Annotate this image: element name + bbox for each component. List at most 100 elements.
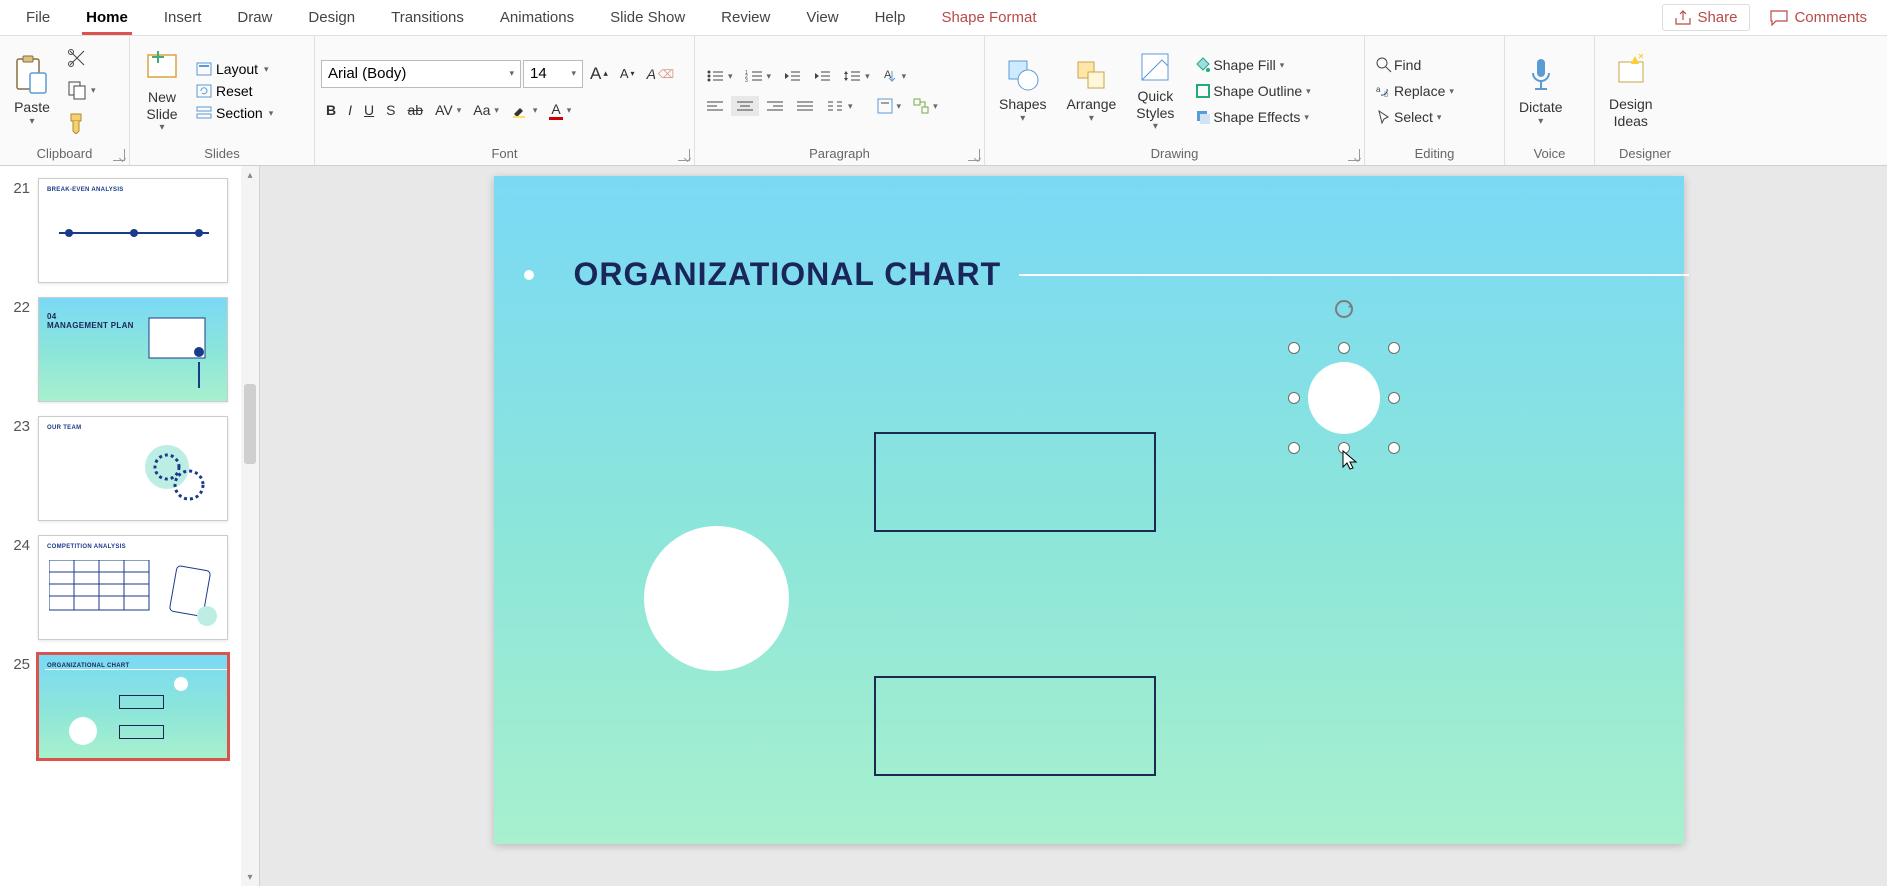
thumb-number: 23: [6, 416, 30, 521]
shape-circle-large[interactable]: [644, 526, 789, 671]
increase-font-button[interactable]: A▴: [585, 61, 613, 87]
arrange-button[interactable]: Arrange▾: [1058, 54, 1124, 128]
font-group-label: Font: [321, 142, 688, 165]
paragraph-launcher[interactable]: [968, 149, 980, 161]
drawing-launcher[interactable]: [1348, 149, 1360, 161]
shape-fill-label: Shape Fill: [1213, 57, 1275, 73]
reset-button[interactable]: Reset: [192, 81, 277, 101]
text-direction-button[interactable]: A▾: [877, 65, 912, 87]
cursor-icon: [1376, 109, 1392, 125]
design-ideas-button[interactable]: Design Ideas: [1601, 48, 1661, 134]
group-voice: Dictate▾ Voice: [1505, 36, 1595, 165]
menu-design[interactable]: Design: [290, 1, 373, 34]
resize-handle-n[interactable]: [1338, 342, 1350, 354]
dictate-button[interactable]: Dictate▾: [1511, 51, 1571, 131]
comments-button[interactable]: Comments: [1758, 5, 1879, 30]
shape-effects-button[interactable]: Shape Effects▾: [1190, 106, 1315, 128]
shape-fill-button[interactable]: Shape Fill▾: [1190, 54, 1315, 76]
strikethrough-button[interactable]: ab: [402, 99, 428, 121]
menu-view[interactable]: View: [788, 1, 856, 34]
align-text-button[interactable]: ▾: [872, 95, 907, 117]
shadow-button[interactable]: S: [381, 99, 400, 121]
menu-insert[interactable]: Insert: [146, 1, 220, 34]
shapes-button[interactable]: Shapes▾: [991, 54, 1054, 128]
resize-handle-ne[interactable]: [1388, 342, 1400, 354]
numbering-button[interactable]: 123▾: [740, 66, 777, 86]
resize-handle-sw[interactable]: [1288, 442, 1300, 454]
shape-outline-button[interactable]: Shape Outline▾: [1190, 80, 1315, 102]
format-painter-button[interactable]: [62, 109, 101, 137]
scroll-down-icon[interactable]: ▾: [241, 868, 259, 886]
bullets-button[interactable]: ▾: [701, 66, 738, 86]
slide-thumbnail-23[interactable]: OUR TEAM: [38, 416, 228, 521]
scroll-up-icon[interactable]: ▴: [241, 166, 259, 184]
char-spacing-button[interactable]: AV▾: [430, 99, 466, 121]
resize-handle-w[interactable]: [1288, 392, 1300, 404]
shape-circle-small[interactable]: [1308, 362, 1380, 434]
shape-rectangle-1[interactable]: [874, 432, 1156, 532]
align-center-button[interactable]: [731, 96, 759, 116]
menu-home[interactable]: Home: [68, 1, 146, 34]
clipboard-launcher[interactable]: [113, 149, 125, 161]
slide-thumbnail-21[interactable]: BREAK-EVEN ANALYSIS: [38, 178, 228, 283]
menu-slideshow[interactable]: Slide Show: [592, 1, 703, 34]
replace-button[interactable]: abReplace▾: [1371, 80, 1459, 102]
font-launcher[interactable]: [678, 149, 690, 161]
menu-transitions[interactable]: Transitions: [373, 1, 482, 34]
rotate-handle[interactable]: [1333, 298, 1355, 320]
italic-button[interactable]: I: [343, 99, 357, 121]
font-color-button[interactable]: A▾: [544, 98, 576, 123]
align-left-button[interactable]: [701, 96, 729, 116]
justify-button[interactable]: [791, 96, 819, 116]
arrange-icon: [1074, 58, 1108, 92]
columns-button[interactable]: ▾: [821, 96, 858, 116]
increase-indent-button[interactable]: [808, 66, 836, 86]
line-spacing-button[interactable]: ▾: [838, 66, 875, 86]
new-slide-button[interactable]: New Slide ▾: [136, 45, 188, 138]
resize-handle-nw[interactable]: [1288, 342, 1300, 354]
font-name-value: Arial (Body): [328, 65, 406, 82]
menu-help[interactable]: Help: [857, 1, 924, 34]
menu-animations[interactable]: Animations: [482, 1, 592, 34]
scroll-handle[interactable]: [244, 384, 256, 464]
slide-title[interactable]: ORGANIZATIONAL CHART: [574, 256, 1002, 293]
cut-button[interactable]: [62, 45, 101, 71]
smartart-button[interactable]: ▾: [908, 95, 943, 117]
resize-handle-se[interactable]: [1388, 442, 1400, 454]
copy-button[interactable]: ▾: [62, 77, 101, 103]
shape-rectangle-2[interactable]: [874, 676, 1156, 776]
slide-thumbnail-22[interactable]: 04 MANAGEMENT PLAN: [38, 297, 228, 402]
menu-file[interactable]: File: [8, 1, 68, 34]
decrease-indent-button[interactable]: [778, 66, 806, 86]
underline-button[interactable]: U: [359, 99, 379, 121]
menu-review[interactable]: Review: [703, 1, 788, 34]
editing-group-label: Editing: [1371, 142, 1498, 165]
slide-canvas[interactable]: ORGANIZATIONAL CHART: [494, 176, 1684, 844]
find-button[interactable]: Find: [1371, 54, 1426, 76]
svg-text:3: 3: [745, 78, 748, 83]
thumbnail-scrollbar[interactable]: ▴ ▾: [241, 166, 259, 886]
menu-draw[interactable]: Draw: [219, 1, 290, 34]
share-label: Share: [1697, 9, 1737, 26]
bold-button[interactable]: B: [321, 99, 341, 121]
clear-formatting-button[interactable]: A⌫: [642, 63, 680, 85]
share-button[interactable]: Share: [1662, 4, 1750, 31]
thumb-number: 25: [6, 654, 30, 759]
font-name-select[interactable]: Arial (Body)▾: [321, 60, 521, 88]
align-right-button[interactable]: [761, 96, 789, 116]
select-button[interactable]: Select▾: [1371, 106, 1446, 128]
slide-thumbnail-24[interactable]: COMPETITION ANALYSIS: [38, 535, 228, 640]
comment-icon: [1770, 10, 1788, 26]
slide-canvas-area: ORGANIZATIONAL CHART: [260, 166, 1887, 886]
decrease-font-button[interactable]: A▾: [615, 63, 640, 84]
paste-button[interactable]: Paste ▾: [6, 51, 58, 131]
font-size-select[interactable]: 14▾: [523, 60, 583, 88]
layout-button[interactable]: Layout▾: [192, 59, 277, 79]
slide-thumbnail-25[interactable]: ORGANIZATIONAL CHART: [38, 654, 228, 759]
change-case-button[interactable]: Aa▾: [468, 99, 504, 121]
menu-shape-format[interactable]: Shape Format: [923, 1, 1054, 34]
resize-handle-e[interactable]: [1388, 392, 1400, 404]
quick-styles-button[interactable]: Quick Styles▾: [1128, 46, 1182, 137]
section-button[interactable]: Section▾: [192, 103, 277, 123]
highlight-button[interactable]: ▾: [506, 98, 543, 122]
